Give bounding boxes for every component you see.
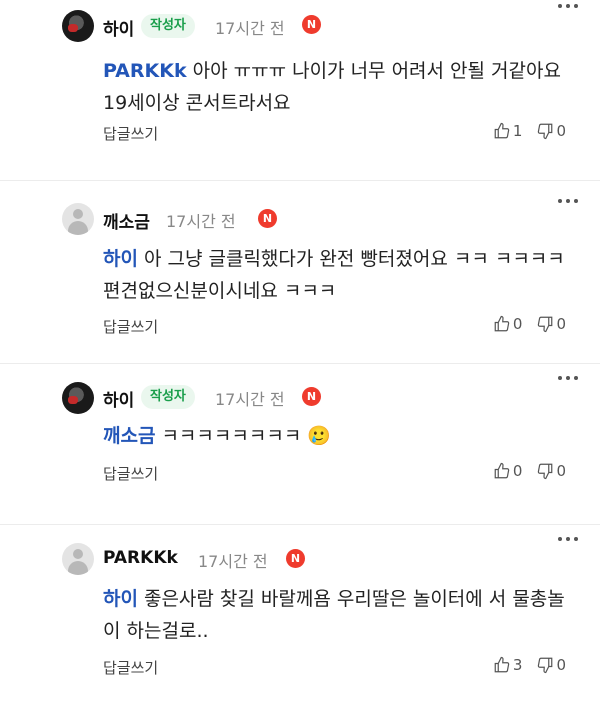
vote-group: 3 0 (479, 656, 566, 674)
new-badge: N (302, 15, 321, 34)
dislike-button[interactable]: 0 (536, 122, 566, 140)
reply-button[interactable]: 답글쓰기 (103, 123, 158, 144)
avatar[interactable] (62, 382, 94, 414)
more-options-button[interactable] (558, 537, 578, 541)
new-badge: N (258, 209, 277, 228)
comment-time: 17시간 전 (215, 390, 285, 409)
author-badge: 작성자 (141, 385, 195, 409)
comment-text: 아 그냥 글클릭했다가 완전 빵터졌어요 ㅋㅋ ㅋㅋㅋㅋ 편견없으신분이시네요 … (103, 248, 565, 302)
vote-group: 0 0 (479, 315, 566, 333)
comment-author[interactable]: 하이 (103, 15, 134, 40)
more-options-button[interactable] (558, 199, 578, 203)
new-badge: N (286, 549, 305, 568)
thumbs-down-icon (538, 463, 553, 480)
dislike-count: 0 (556, 315, 566, 333)
vote-group: 0 0 (479, 462, 566, 480)
dislike-count: 0 (556, 122, 566, 140)
dislike-button[interactable]: 0 (536, 656, 566, 674)
more-options-button[interactable] (558, 376, 578, 380)
comment-content: 깨소금 ㅋㅋㅋㅋㅋㅋㅋㅋ 🥲 (103, 420, 573, 452)
like-count: 0 (512, 462, 523, 480)
comment-time: 17시간 전 (198, 552, 268, 571)
thumbs-up-icon (494, 315, 510, 332)
more-options-button[interactable] (558, 4, 578, 8)
comment-content: 하이 아 그냥 글클릭했다가 완전 빵터졌어요 ㅋㅋ ㅋㅋㅋㅋ 편견없으신분이시네… (103, 243, 573, 307)
comment-text: 좋은사람 찾길 바랄께욤 우리딸은 놀이터에 서 물총놀이 하는걸로.. (103, 588, 565, 642)
comment-time: 17시간 전 (166, 212, 236, 231)
vote-group: 1 0 (479, 122, 566, 140)
mention-link[interactable]: PARKKk (103, 60, 187, 82)
comment-author[interactable]: 하이 (103, 386, 134, 411)
thumbs-down-icon (538, 657, 553, 674)
comment-content: PARKKk 아아 ㅠㅠㅠ 나이가 너무 어려서 안될 거같아요 19세이상 콘서… (103, 55, 573, 119)
comment-text: ㅋㅋㅋㅋㅋㅋㅋㅋ 🥲 (161, 425, 331, 447)
new-badge: N (302, 387, 321, 406)
like-button[interactable]: 3 (493, 656, 523, 674)
thumbs-down-icon (538, 123, 553, 140)
comment-content: 하이 좋은사람 찾길 바랄께욤 우리딸은 놀이터에 서 물총놀이 하는걸로.. (103, 583, 573, 647)
dislike-button[interactable]: 0 (536, 462, 566, 480)
dislike-count: 0 (556, 462, 566, 480)
like-button[interactable]: 0 (493, 462, 523, 480)
author-badge: 작성자 (141, 14, 195, 38)
thumbs-down-icon (538, 316, 553, 333)
thumbs-up-icon (494, 122, 510, 139)
comment-item: 하이 작성자 17시간 전 N 깨소금 ㅋㅋㅋㅋㅋㅋㅋㅋ 🥲 답글쓰기 0 0 (0, 364, 600, 525)
reply-button[interactable]: 답글쓰기 (103, 657, 158, 678)
like-count: 0 (512, 315, 523, 333)
thumbs-up-icon (494, 462, 510, 479)
comment-author[interactable]: PARKKk (103, 548, 178, 568)
mention-link[interactable]: 하이 (103, 588, 138, 610)
like-count: 1 (512, 122, 523, 140)
like-button[interactable]: 1 (493, 122, 523, 140)
like-count: 3 (512, 656, 523, 674)
avatar[interactable] (62, 10, 94, 42)
reply-button[interactable]: 답글쓰기 (103, 316, 158, 337)
comment-item: 하이 작성자 17시간 전 N PARKKk 아아 ㅠㅠㅠ 나이가 너무 어려서 … (0, 0, 600, 181)
dislike-button[interactable]: 0 (536, 315, 566, 333)
like-button[interactable]: 0 (493, 315, 523, 333)
comment-author[interactable]: 깨소금 (103, 208, 150, 233)
mention-link[interactable]: 깨소금 (103, 425, 155, 447)
thumbs-up-icon (494, 656, 510, 673)
comment-item: 깨소금 17시간 전 N 하이 아 그냥 글클릭했다가 완전 빵터졌어요 ㅋㅋ ㅋ… (0, 181, 600, 364)
comment-time: 17시간 전 (215, 19, 285, 38)
avatar[interactable] (62, 203, 94, 235)
dislike-count: 0 (556, 656, 566, 674)
comment-item: PARKKk 17시간 전 N 하이 좋은사람 찾길 바랄께욤 우리딸은 놀이터에… (0, 525, 600, 719)
avatar[interactable] (62, 543, 94, 575)
mention-link[interactable]: 하이 (103, 248, 138, 270)
reply-button[interactable]: 답글쓰기 (103, 463, 158, 484)
